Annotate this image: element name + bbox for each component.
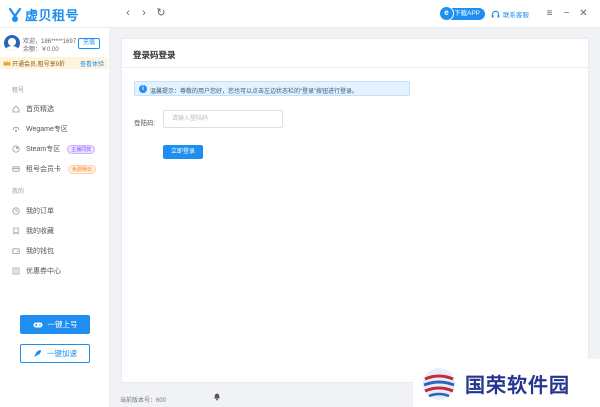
app-title: 虚贝租号 (25, 8, 80, 23)
notice-banner: i 温馨提示：尊敬的用户您好，您也可以点击左边状态栏的“登录”按钮进行登录。 (134, 81, 410, 96)
sidebar-item-home[interactable]: 首页精选 (12, 104, 54, 114)
vip-promo-bar: 开通会员,租号享9折 查看体验 (0, 57, 108, 69)
minimize-icon[interactable]: − (561, 8, 572, 19)
one-click-accelerate-button[interactable]: 一键加速 (20, 344, 90, 363)
sidebar-item-wegame[interactable]: Wegame专区 (12, 124, 68, 134)
order-icon (12, 207, 20, 215)
card-icon (12, 166, 20, 172)
title-bar: 虚贝租号 ‹ › ↻ e 下载APP 联系客服 ≡ − ✕ (0, 0, 600, 28)
vip-promo-text: 开通会员,租号享9折 (12, 62, 66, 68)
user-balance: 余额：￥0.00 (23, 47, 59, 53)
login-code-input[interactable]: 请输入登陆码 (163, 110, 283, 128)
watermark-text: 国荣软件园 (465, 375, 570, 397)
vip-view-link[interactable]: 查看体验 (80, 59, 104, 68)
sidebar-item-coupons[interactable]: 优惠券中心 (12, 266, 61, 276)
logo-icon (8, 7, 22, 22)
sidebar: 欢迎，186*****1697 余额：￥0.00 充值 开通会员,租号享9折 查… (0, 28, 110, 407)
download-icon: e (439, 6, 454, 21)
customer-service-button[interactable]: 联系客服 (491, 9, 529, 19)
download-app-button[interactable]: e 下载APP (439, 6, 486, 21)
back-icon[interactable]: ‹ (122, 7, 134, 19)
forward-icon[interactable]: › (138, 7, 150, 19)
coupon-icon (12, 267, 20, 275)
headset-icon (491, 10, 500, 18)
sidebar-item-orders[interactable]: 我的订单 (12, 206, 54, 216)
avatar[interactable] (4, 35, 20, 51)
bookmark-icon (13, 227, 19, 235)
login-now-button[interactable]: 立即登录 (163, 145, 203, 159)
wallet-icon (12, 248, 20, 255)
info-icon: i (139, 85, 147, 93)
login-code-panel: 登录码登录 i 温馨提示：尊敬的用户您好，您也可以点击左边状态栏的“登录”按钮进… (121, 38, 589, 383)
notice-text: 温馨提示：尊敬的用户您好，您也可以点击左边状态栏的“登录”按钮进行登录。 (150, 88, 358, 95)
close-icon[interactable]: ✕ (578, 8, 589, 19)
sidebar-item-wallet[interactable]: 我的钱包 (12, 246, 54, 256)
globe-logo-icon (423, 368, 455, 400)
sidebar-item-steam[interactable]: Steam专区 主播同款 (12, 144, 96, 154)
divider (122, 67, 588, 68)
section-rent-title: 租号 (12, 88, 25, 94)
menu-icon[interactable]: ≡ (544, 8, 555, 19)
steam-badge: 主播同款 (67, 144, 96, 154)
steam-icon (12, 145, 20, 153)
version-label: 当前版本号：600 (120, 398, 167, 404)
rocket-icon (34, 350, 41, 357)
gamepad-icon (33, 322, 42, 327)
login-code-label: 登陆码: (134, 120, 156, 127)
sidebar-item-member-card[interactable]: 租号会员卡 免费畅玩 (12, 164, 97, 174)
app-logo: 虚贝租号 (8, 5, 79, 24)
crown-icon (3, 60, 11, 66)
recharge-button[interactable]: 充值 (78, 38, 101, 49)
page-title: 登录码登录 (133, 50, 176, 60)
section-mine-title: 我的 (12, 189, 25, 195)
sidebar-item-favorites[interactable]: 我的收藏 (12, 226, 54, 236)
refresh-icon[interactable]: ↻ (155, 7, 167, 19)
wegame-icon (12, 126, 20, 132)
bell-icon[interactable] (213, 392, 221, 401)
one-click-login-button[interactable]: 一键上号 (20, 315, 90, 334)
home-icon (12, 105, 20, 113)
watermark: 国荣软件园 (413, 359, 600, 407)
member-card-badge: 免费畅玩 (68, 164, 97, 174)
